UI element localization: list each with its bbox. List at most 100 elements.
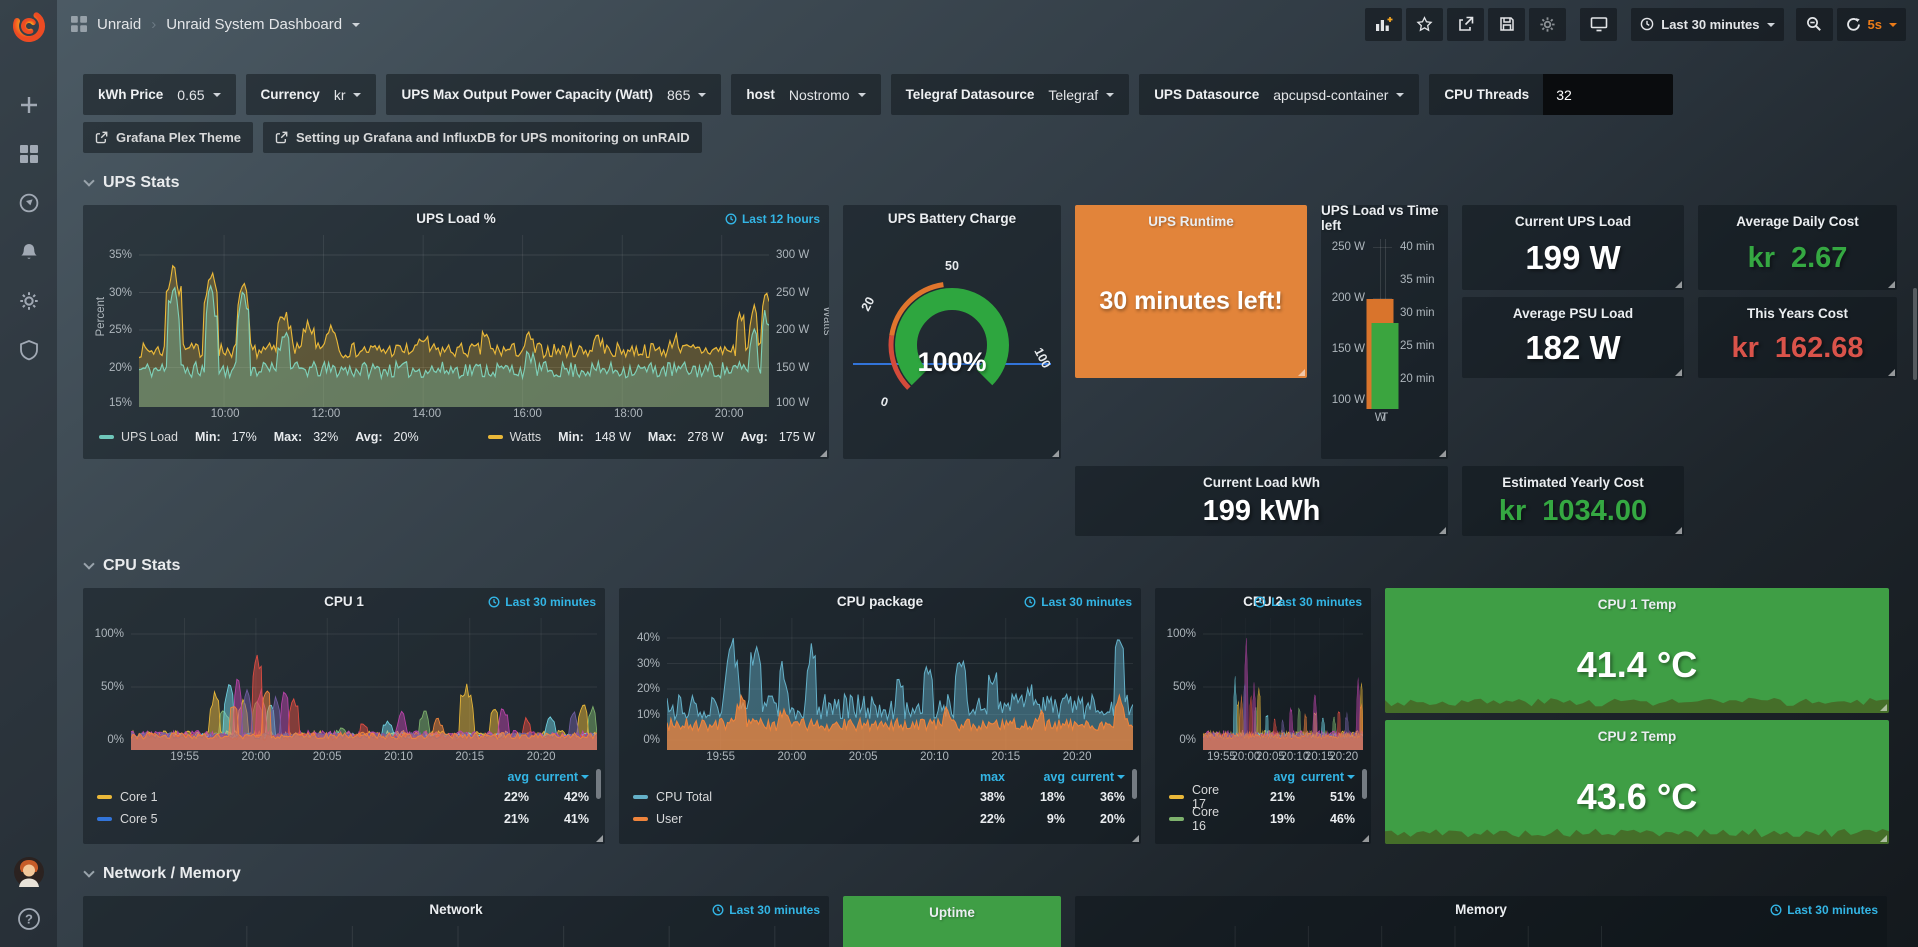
share-dashboard-button[interactable] <box>1447 8 1484 41</box>
chart-plot[interactable] <box>1203 618 1363 750</box>
variable-host[interactable]: host Nostromo <box>731 74 880 115</box>
variable-ups-datasource[interactable]: UPS Datasource apcupsd-container <box>1139 74 1419 115</box>
section-header-ups-stats[interactable]: UPS Stats <box>85 174 179 192</box>
ups-load-plot[interactable] <box>139 235 769 407</box>
section-header-network-memory[interactable]: Network / Memory <box>85 865 241 883</box>
legend-series-name[interactable]: UPS Load <box>121 430 178 444</box>
variable-input[interactable]: 32 <box>1543 74 1673 115</box>
dashboard-settings-gear-icon[interactable] <box>1529 8 1566 41</box>
panel-title[interactable]: Current Load kWh <box>1075 469 1448 495</box>
panel-resize-handle[interactable] <box>1439 450 1446 457</box>
panel-title[interactable]: Average Daily Cost <box>1698 208 1897 234</box>
panel-title[interactable]: UPS Runtime <box>1075 208 1307 234</box>
variable-value[interactable]: Nostromo <box>789 87 866 103</box>
panel-title[interactable]: CPU 2 Temp <box>1385 723 1889 749</box>
configuration-gear-icon[interactable] <box>18 290 40 312</box>
panel-resize-handle[interactable] <box>1880 835 1887 842</box>
dashboards-icon[interactable] <box>18 143 40 165</box>
cycle-view-tv-button[interactable] <box>1580 8 1617 41</box>
panel-resize-handle[interactable] <box>1132 835 1139 842</box>
variable-telegraf-datasource[interactable]: Telegraf Datasource Telegraf <box>891 74 1130 115</box>
legend-header-avg[interactable]: avg <box>1235 770 1295 784</box>
breadcrumb-dashboard-title[interactable]: Unraid System Dashboard <box>166 16 342 33</box>
panel-resize-handle[interactable] <box>820 450 827 457</box>
breadcrumb-app[interactable]: Unraid <box>97 16 141 33</box>
panel-resize-handle[interactable] <box>596 835 603 842</box>
panel-resize-handle[interactable] <box>1675 369 1682 376</box>
panel-time-range-link[interactable]: Last 30 minutes <box>488 595 596 609</box>
variable-ups-max-output-power-capacity-watt-[interactable]: UPS Max Output Power Capacity (Watt) 865 <box>386 74 721 115</box>
variable-value[interactable]: Telegraf <box>1048 87 1114 103</box>
save-dashboard-button[interactable] <box>1488 8 1525 41</box>
alerting-bell-icon[interactable] <box>18 241 40 263</box>
legend-series-name[interactable]: User <box>656 812 682 826</box>
legend-header-current[interactable]: current <box>529 770 589 784</box>
help-icon[interactable]: ? <box>17 907 41 931</box>
legend-scrollbar-thumb[interactable] <box>1362 769 1367 799</box>
refresh-caret-icon[interactable] <box>1889 23 1897 27</box>
legend-series-name[interactable]: Core 16 <box>1192 805 1235 833</box>
variable-currency[interactable]: Currency kr <box>246 74 377 115</box>
panel-resize-handle[interactable] <box>1675 281 1682 288</box>
server-admin-shield-icon[interactable] <box>18 339 40 361</box>
refresh-icon[interactable] <box>1846 17 1861 32</box>
panel-title[interactable]: Estimated Yearly Cost <box>1462 469 1684 495</box>
dashboard-grid-icon[interactable] <box>71 16 87 32</box>
legend-header-avg[interactable]: avg <box>1005 770 1065 784</box>
panel-resize-handle[interactable] <box>1052 450 1059 457</box>
panel-resize-handle[interactable] <box>1880 704 1887 711</box>
panel-resize-handle[interactable] <box>1362 835 1369 842</box>
panel-resize-handle[interactable] <box>1888 369 1895 376</box>
panel-time-range-link[interactable]: Last 30 minutes <box>1024 595 1132 609</box>
variable-value[interactable]: 865 <box>667 87 706 103</box>
panel-title[interactable]: Uptime <box>843 899 1061 925</box>
panel-resize-handle[interactable] <box>1888 281 1895 288</box>
user-avatar[interactable] <box>14 857 44 887</box>
variable-value[interactable]: apcupsd-container <box>1273 87 1404 103</box>
legend-series-name[interactable]: Watts <box>510 430 541 444</box>
legend-scrollbar-thumb[interactable] <box>1132 769 1137 799</box>
variable-cpu-threads[interactable]: CPU Threads 32 <box>1429 74 1673 115</box>
grafana-logo-icon[interactable] <box>0 0 57 52</box>
refresh-interval-label[interactable]: 5s <box>1868 17 1882 32</box>
legend-header-current[interactable]: current <box>1295 770 1355 784</box>
panel-time-range-link[interactable]: Last 30 minutes <box>1254 595 1362 609</box>
dashboard-picker-caret-icon[interactable] <box>352 23 360 27</box>
dashboard-link[interactable]: Grafana Plex Theme <box>83 122 253 153</box>
add-panel-button[interactable] <box>1365 8 1402 41</box>
explore-compass-icon[interactable] <box>18 192 40 214</box>
variable-kwh-price[interactable]: kWh Price 0.65 <box>83 74 236 115</box>
variable-value[interactable]: 0.65 <box>177 87 220 103</box>
bar-plot[interactable] <box>1373 239 1392 409</box>
panel-title[interactable]: UPS Battery Charge <box>843 205 1061 231</box>
panel-title[interactable]: Memory <box>1075 896 1887 922</box>
page-scrollbar-thumb[interactable] <box>1913 288 1917 380</box>
legend-series-name[interactable]: CPU Total <box>656 790 712 804</box>
panel-resize-handle[interactable] <box>1439 527 1446 534</box>
refresh-picker[interactable]: 5s <box>1837 8 1906 41</box>
panel-title[interactable]: CPU 1 Temp <box>1385 591 1889 617</box>
legend-series-name[interactable]: Core 1 <box>120 790 158 804</box>
time-range-picker[interactable]: Last 30 minutes <box>1631 8 1783 41</box>
legend-series-name[interactable]: Core 5 <box>120 812 158 826</box>
legend-header-current[interactable]: current <box>1065 770 1125 784</box>
zoom-out-time-button[interactable] <box>1796 8 1833 41</box>
chart-plot[interactable] <box>131 618 597 750</box>
legend-scrollbar-thumb[interactable] <box>596 769 601 799</box>
chart-plot[interactable] <box>1171 926 1629 947</box>
section-header-cpu-stats[interactable]: CPU Stats <box>85 557 180 575</box>
legend-header-max[interactable]: max <box>945 770 1005 784</box>
panel-resize-handle[interactable] <box>1298 369 1305 376</box>
panel-time-range-link[interactable]: Last 30 minutes <box>712 903 820 917</box>
panel-title[interactable]: This Years Cost <box>1698 300 1897 326</box>
legend-header-avg[interactable]: avg <box>469 770 529 784</box>
variable-value[interactable]: kr <box>334 87 362 103</box>
dashboard-link[interactable]: Setting up Grafana and InfluxDB for UPS … <box>263 122 702 153</box>
panel-title[interactable]: Average PSU Load <box>1462 300 1684 326</box>
chart-plot[interactable] <box>667 618 1133 750</box>
panel-time-range-link[interactable]: Last 30 minutes <box>1770 903 1878 917</box>
panel-time-range-link[interactable]: Last 12 hours <box>725 212 820 226</box>
panel-title[interactable]: Current UPS Load <box>1462 208 1684 234</box>
star-dashboard-button[interactable] <box>1406 8 1443 41</box>
chart-plot[interactable] <box>161 926 821 947</box>
